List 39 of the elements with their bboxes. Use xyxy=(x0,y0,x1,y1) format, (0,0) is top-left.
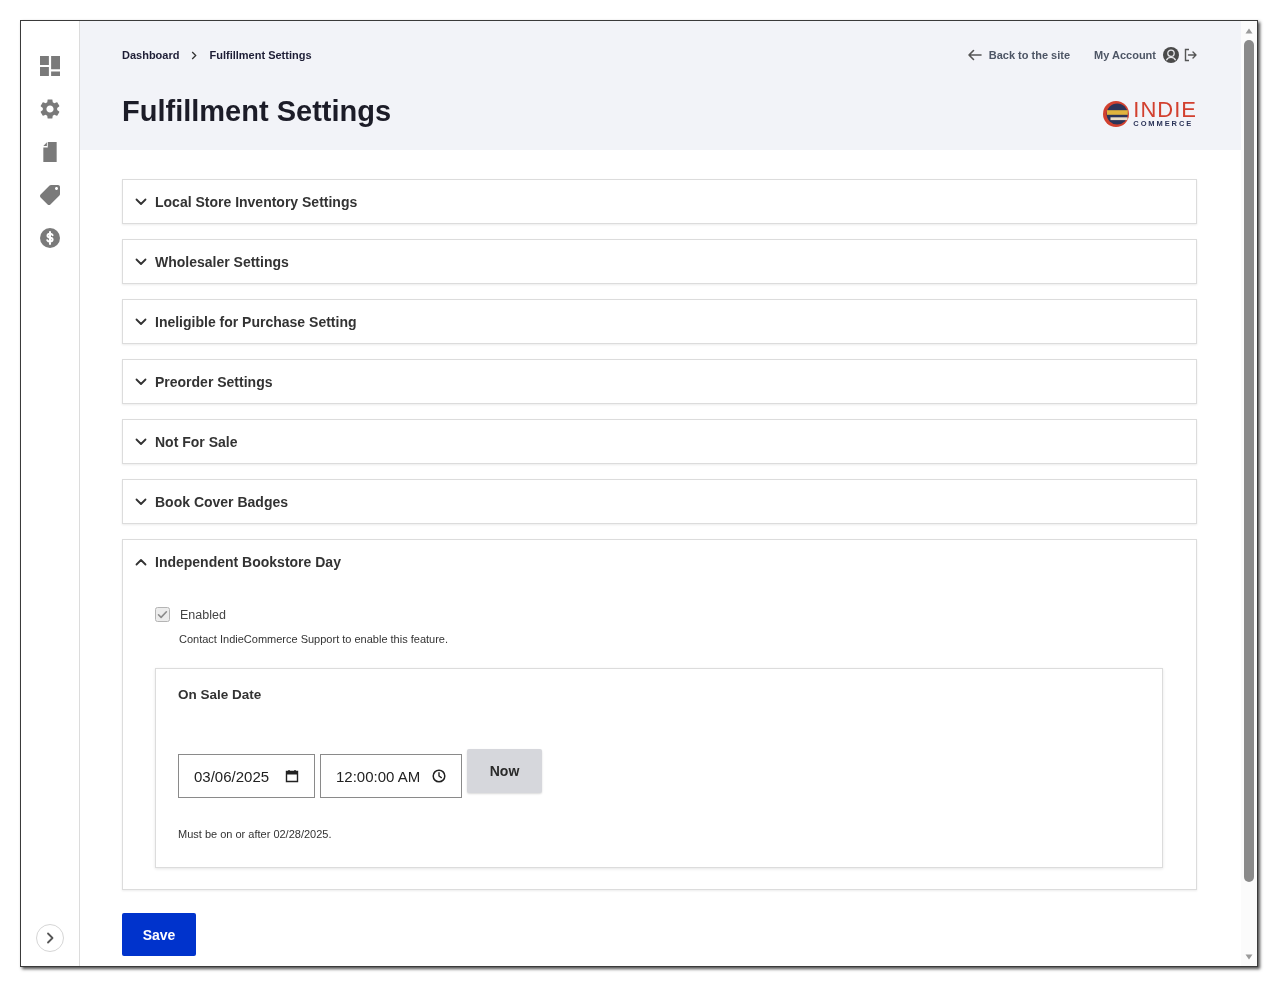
accordion-header[interactable]: Local Store Inventory Settings xyxy=(123,180,1196,223)
now-button[interactable]: Now xyxy=(467,749,542,793)
hint-text: Must be on or after 02/28/2025. xyxy=(178,827,332,841)
logo-emblem-icon xyxy=(1103,101,1130,127)
dollar-circle-icon[interactable] xyxy=(40,228,60,248)
page-title: Fulfillment Settings xyxy=(122,94,392,129)
scrollbar[interactable] xyxy=(1241,21,1257,966)
scroll-down-arrow-icon[interactable] xyxy=(1245,954,1253,960)
chevron-right-icon xyxy=(45,932,55,944)
logout-icon[interactable] xyxy=(1184,48,1197,62)
accordion-header[interactable]: Wholesaler Settings xyxy=(123,240,1196,283)
tag-icon[interactable] xyxy=(40,185,60,205)
account-link[interactable]: My Account xyxy=(1094,47,1179,63)
date-field[interactable]: 03/06/2025 xyxy=(178,754,315,798)
accordion-header[interactable]: Independent Bookstore Day xyxy=(123,540,1196,583)
accordion-header[interactable]: Preorder Settings xyxy=(123,360,1196,403)
checkbox-label: Enabled xyxy=(180,607,226,622)
accordion-header[interactable]: Ineligible for Purchase Setting xyxy=(123,300,1196,343)
arrow-left-icon xyxy=(966,49,982,61)
breadcrumb-link[interactable]: Fulfillment Settings xyxy=(209,49,312,61)
breadcrumb-separator-icon xyxy=(191,50,198,60)
user-avatar-icon xyxy=(1163,47,1179,63)
fieldset-legend: On Sale Date xyxy=(178,687,262,703)
time-field[interactable]: 12:00:00 AM xyxy=(320,754,462,798)
help-text: Contact IndieCommerce Support to enable this feature. xyxy=(179,632,449,646)
clock-icon[interactable] xyxy=(432,769,446,783)
breadcrumb-link[interactable]: Dashboard xyxy=(122,49,180,61)
save-button[interactable]: Save xyxy=(122,913,196,956)
accordion-header[interactable]: Not For Sale xyxy=(123,420,1196,463)
logo-wordmark: INDIE xyxy=(1133,100,1197,119)
calendar-icon[interactable] xyxy=(285,769,299,783)
back-link[interactable]: Back to the site xyxy=(966,49,1071,61)
scroll-up-arrow-icon[interactable] xyxy=(1245,28,1253,34)
scrollbar-thumb[interactable] xyxy=(1244,40,1254,882)
settings-icon[interactable] xyxy=(40,99,60,119)
document-icon[interactable] xyxy=(40,142,60,162)
accordion-header[interactable]: Book Cover Badges xyxy=(123,480,1196,523)
expand-sidebar-button[interactable] xyxy=(36,924,64,952)
dashboard-icon[interactable] xyxy=(40,56,60,76)
